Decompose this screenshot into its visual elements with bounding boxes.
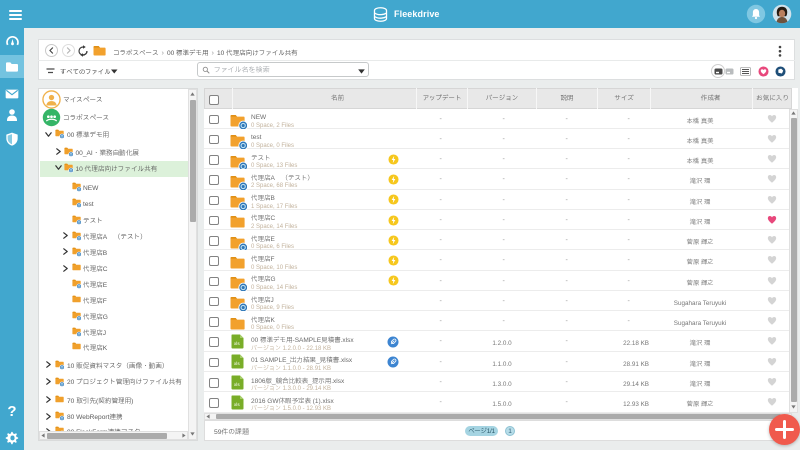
svg-text:xls: xls xyxy=(234,361,240,368)
svg-text:xls: xls xyxy=(234,382,240,389)
svg-text:xls: xls xyxy=(234,402,240,409)
svg-text:xls: xls xyxy=(234,341,240,348)
